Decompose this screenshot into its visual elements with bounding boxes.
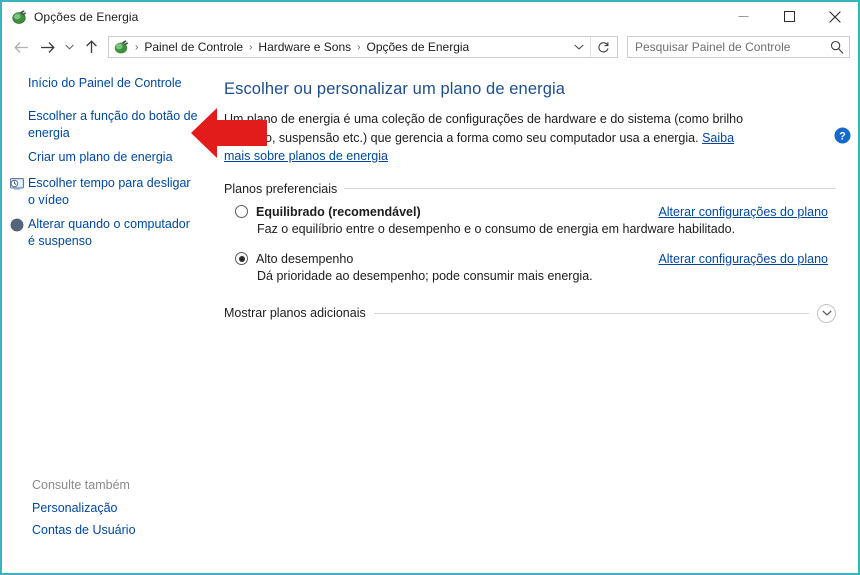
change-plan-settings-link-balanced[interactable]: Alterar configurações do plano — [658, 205, 828, 219]
power-plug-icon — [11, 9, 27, 25]
sidebar-item-choose-display-off-time[interactable]: Escolher tempo para desligar o vídeo — [2, 175, 214, 209]
plan-name-high-performance: Alto desempenho — [256, 251, 354, 266]
address-bar[interactable]: › Painel de Controle › Hardware e Sons ›… — [108, 36, 618, 58]
power-options-window: Opções de Energia › Painel de Controle ›… — [0, 0, 860, 575]
close-button[interactable] — [812, 2, 858, 31]
control-panel-icon — [113, 39, 129, 55]
breadcrumb-item-power-options[interactable]: Opções de Energia — [364, 40, 471, 54]
minimize-button[interactable] — [720, 2, 766, 31]
see-also-section: Consulte também Personalização Contas de… — [2, 478, 214, 545]
breadcrumb-separator: › — [249, 41, 253, 53]
up-arrow-icon[interactable] — [78, 34, 104, 60]
window-controls — [720, 2, 858, 31]
plan-row-high-performance: Alto desempenho Alterar configurações do… — [224, 252, 836, 283]
search-icon[interactable] — [825, 40, 849, 54]
plan-name-balanced: Equilibrado (recomendável) — [256, 204, 421, 219]
sidebar-item-control-panel-home[interactable]: Início do Painel de Controle — [2, 75, 214, 94]
show-additional-plans-expander[interactable]: Mostrar planos adicionais — [224, 303, 836, 323]
see-also-item-personalization[interactable]: Personalização — [32, 501, 214, 515]
radio-balanced[interactable] — [235, 205, 248, 218]
forward-arrow-icon[interactable] — [34, 34, 60, 60]
change-plan-settings-link-high-performance[interactable]: Alterar configurações do plano — [658, 252, 828, 266]
sidebar-item-label: Criar um plano de energia — [28, 150, 173, 164]
page-description: Um plano de energia é uma coleção de con… — [224, 110, 749, 166]
search-box[interactable] — [627, 36, 850, 58]
main-pane: Escolher ou personalizar um plano de ene… — [214, 63, 858, 573]
divider — [344, 188, 836, 189]
preferred-plans-header: Planos preferenciais — [224, 182, 836, 196]
search-input[interactable] — [628, 40, 825, 54]
sleep-moon-icon — [8, 216, 26, 235]
plan-description-balanced: Faz o equilíbrio entre o desempenho e o … — [257, 221, 736, 236]
plan-selector[interactable]: Alto desempenho — [224, 252, 353, 266]
divider — [373, 312, 809, 314]
breadcrumb-separator: › — [135, 41, 139, 53]
content-area: Início do Painel de Controle Escolher a … — [2, 63, 858, 573]
plan-row-top: Equilibrado (recomendável) Alterar confi… — [224, 205, 836, 219]
sidebar-item-label: Escolher tempo para desligar o vídeo — [28, 176, 191, 207]
chevron-down-icon[interactable] — [817, 303, 836, 323]
page-description-text: Um plano de energia é uma coleção de con… — [224, 112, 744, 145]
breadcrumb-item-control-panel[interactable]: Painel de Controle — [142, 40, 245, 54]
monitor-clock-icon — [8, 175, 26, 194]
window-title: Opções de Energia — [34, 9, 139, 24]
plan-selector[interactable]: Equilibrado (recomendável) — [224, 205, 421, 219]
breadcrumb-item-hardware-sound[interactable]: Hardware e Sons — [256, 40, 353, 54]
see-also-item-user-accounts[interactable]: Contas de Usuário — [32, 523, 214, 537]
show-additional-plans-label: Mostrar planos adicionais — [224, 306, 366, 320]
preferred-plans-label: Planos preferenciais — [224, 181, 338, 196]
sidebar: Início do Painel de Controle Escolher a … — [2, 63, 214, 573]
sidebar-item-change-sleep-time[interactable]: Alterar quando o computador é suspenso — [2, 216, 214, 250]
plan-row-top: Alto desempenho Alterar configurações do… — [224, 252, 836, 266]
sidebar-item-label: Alterar quando o computador é suspenso — [28, 217, 190, 248]
radio-high-performance[interactable] — [235, 252, 248, 265]
plan-row-balanced: Equilibrado (recomendável) Alterar confi… — [224, 205, 836, 236]
page-title: Escolher ou personalizar um plano de ene… — [224, 80, 566, 98]
recent-locations-chevron-icon[interactable] — [60, 34, 78, 60]
preferred-plans-group: Planos preferenciais Equilibrado (recome… — [224, 182, 836, 283]
address-dropdown-icon[interactable] — [570, 44, 590, 50]
back-arrow-icon[interactable] — [8, 34, 34, 60]
sidebar-item-create-power-plan[interactable]: Criar um plano de energia — [2, 149, 214, 168]
titlebar: Opções de Energia — [2, 2, 858, 31]
sidebar-item-label: Início do Painel de Controle — [28, 76, 182, 90]
help-question-icon[interactable]: ? — [834, 127, 851, 144]
sidebar-item-label: Escolher a função do botão de energia — [28, 109, 198, 140]
navigation-bar: › Painel de Controle › Hardware e Sons ›… — [2, 31, 858, 63]
breadcrumb-separator: › — [357, 41, 361, 53]
plan-description-high-performance: Dá prioridade ao desempenho; pode consum… — [257, 268, 593, 283]
svg-text:?: ? — [839, 130, 846, 142]
sidebar-item-choose-power-button-action[interactable]: Escolher a função do botão de energia — [2, 108, 214, 142]
breadcrumb: › Painel de Controle › Hardware e Sons ›… — [131, 40, 570, 54]
refresh-icon[interactable] — [590, 37, 615, 57]
maximize-button[interactable] — [766, 2, 812, 31]
see-also-title: Consulte também — [32, 478, 130, 492]
